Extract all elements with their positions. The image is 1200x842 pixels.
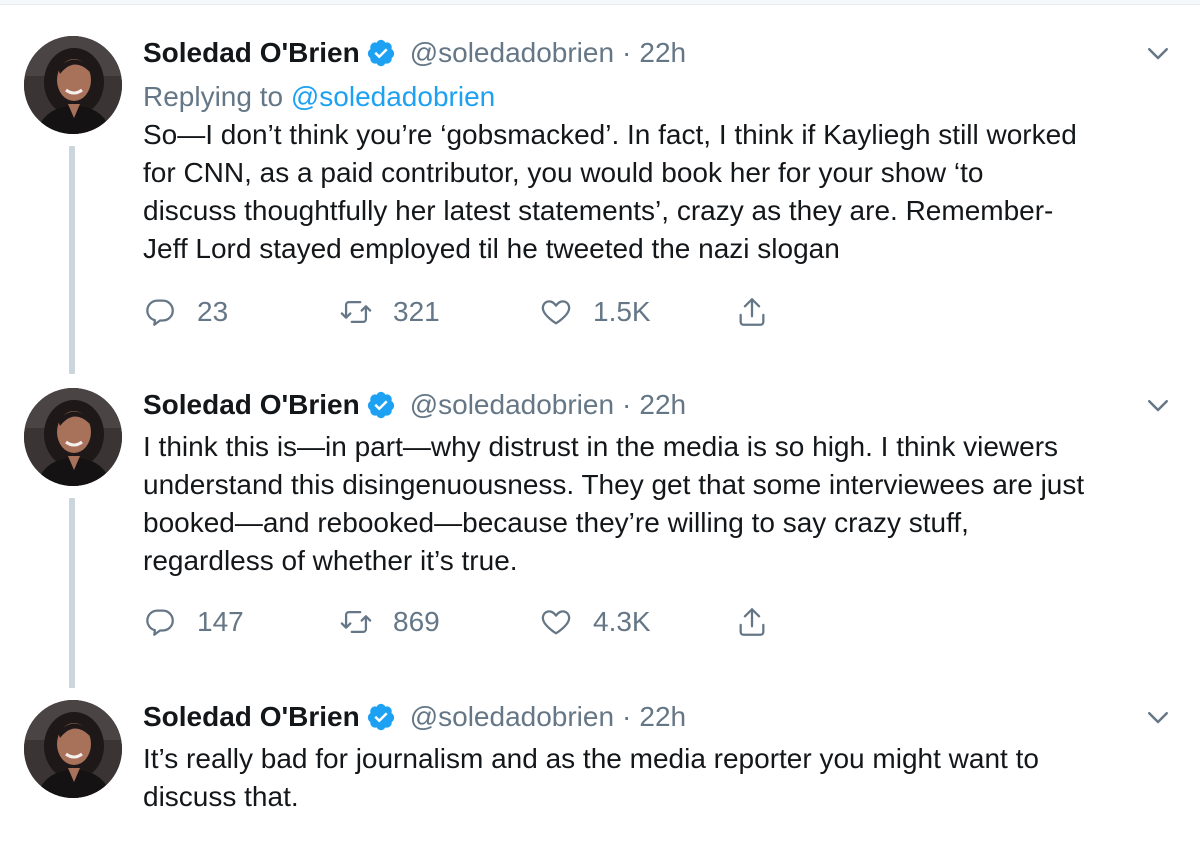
reply-button[interactable]: 147 — [143, 602, 244, 642]
retweet-icon — [340, 300, 372, 324]
avatar-column — [24, 36, 122, 134]
display-name[interactable]: Soledad O'Brien — [143, 36, 360, 70]
user-handle[interactable]: @soledadobrien — [410, 388, 614, 422]
timestamp[interactable]: 22h — [639, 700, 686, 734]
reply-count: 23 — [197, 296, 229, 327]
avatar[interactable] — [24, 700, 122, 798]
tweet-text: I think this is—in part—why distrust in … — [143, 431, 1085, 576]
reply-icon — [146, 609, 174, 636]
avatar-image — [24, 700, 122, 798]
tweet-2[interactable]: Soledad O'Brien @soledadobrien · 22h I t… — [0, 388, 1200, 688]
like-button[interactable]: 4.3K — [539, 602, 651, 642]
user-handle[interactable]: @soledadobrien — [410, 36, 614, 70]
top-divider — [0, 0, 1200, 5]
tweet-header: Soledad O'Brien @soledadobrien · 22h — [143, 36, 1183, 70]
timestamp[interactable]: 22h — [639, 36, 686, 70]
like-button[interactable]: 1.5K — [539, 292, 651, 332]
display-name[interactable]: Soledad O'Brien — [143, 700, 360, 734]
user-handle[interactable]: @soledadobrien — [410, 700, 614, 734]
retweet-button[interactable]: 321 — [339, 292, 440, 332]
tweet-thread: Soledad O'Brien @soledadobrien · 22h Rep… — [0, 0, 1200, 842]
tweet-text: It’s really bad for journalism and as th… — [143, 743, 1039, 812]
avatar-column — [24, 700, 122, 798]
retweet-count: 321 — [393, 296, 440, 327]
reply-button[interactable]: 23 — [143, 292, 228, 332]
share-icon — [739, 608, 765, 636]
verified-badge-icon — [366, 390, 396, 420]
like-count: 4.3K — [593, 606, 651, 637]
like-count: 1.5K — [593, 296, 651, 327]
replying-to-label: Replying to — [143, 81, 291, 112]
tweet-1[interactable]: Soledad O'Brien @soledadobrien · 22h Rep… — [0, 36, 1200, 374]
retweet-button[interactable]: 869 — [339, 602, 440, 642]
avatar-column — [24, 388, 122, 486]
avatar[interactable] — [24, 36, 122, 134]
avatar-image — [24, 36, 122, 134]
separator-dot: · — [622, 701, 632, 732]
tweet-content: Soledad O'Brien @soledadobrien · 22h Rep… — [143, 36, 1183, 268]
retweet-icon — [340, 610, 372, 634]
separator-dot: · — [622, 37, 632, 68]
heart-icon — [541, 300, 571, 325]
avatar[interactable] — [24, 388, 122, 486]
thread-line — [69, 498, 75, 688]
tweet-text: So—I don’t think you’re ‘gobsmacked’. In… — [143, 119, 1077, 264]
tweet-content: Soledad O'Brien @soledadobrien · 22h It’… — [143, 700, 1183, 816]
chevron-down-icon[interactable] — [1143, 390, 1173, 420]
share-icon — [739, 298, 765, 326]
chevron-down-icon[interactable] — [1143, 38, 1173, 68]
avatar-image — [24, 388, 122, 486]
reply-icon — [146, 299, 174, 326]
tweet-header: Soledad O'Brien @soledadobrien · 22h — [143, 388, 1183, 422]
retweet-count: 869 — [393, 606, 440, 637]
timestamp[interactable]: 22h — [639, 388, 686, 422]
tweet-header: Soledad O'Brien @soledadobrien · 22h — [143, 700, 1183, 734]
chevron-down-icon[interactable] — [1143, 702, 1173, 732]
heart-icon — [541, 610, 571, 635]
tweet-content: Soledad O'Brien @soledadobrien · 22h I t… — [143, 388, 1183, 580]
thread-line — [69, 146, 75, 374]
replying-to-handle[interactable]: @soledadobrien — [291, 81, 495, 112]
display-name[interactable]: Soledad O'Brien — [143, 388, 360, 422]
tweet-3[interactable]: Soledad O'Brien @soledadobrien · 22h It’… — [0, 700, 1200, 842]
verified-badge-icon — [366, 702, 396, 732]
replying-to: Replying to @soledadobrien — [143, 80, 1183, 114]
share-button[interactable] — [735, 602, 769, 642]
reply-count: 147 — [197, 606, 244, 637]
verified-badge-icon — [366, 38, 396, 68]
separator-dot: · — [622, 389, 632, 420]
share-button[interactable] — [735, 292, 769, 332]
